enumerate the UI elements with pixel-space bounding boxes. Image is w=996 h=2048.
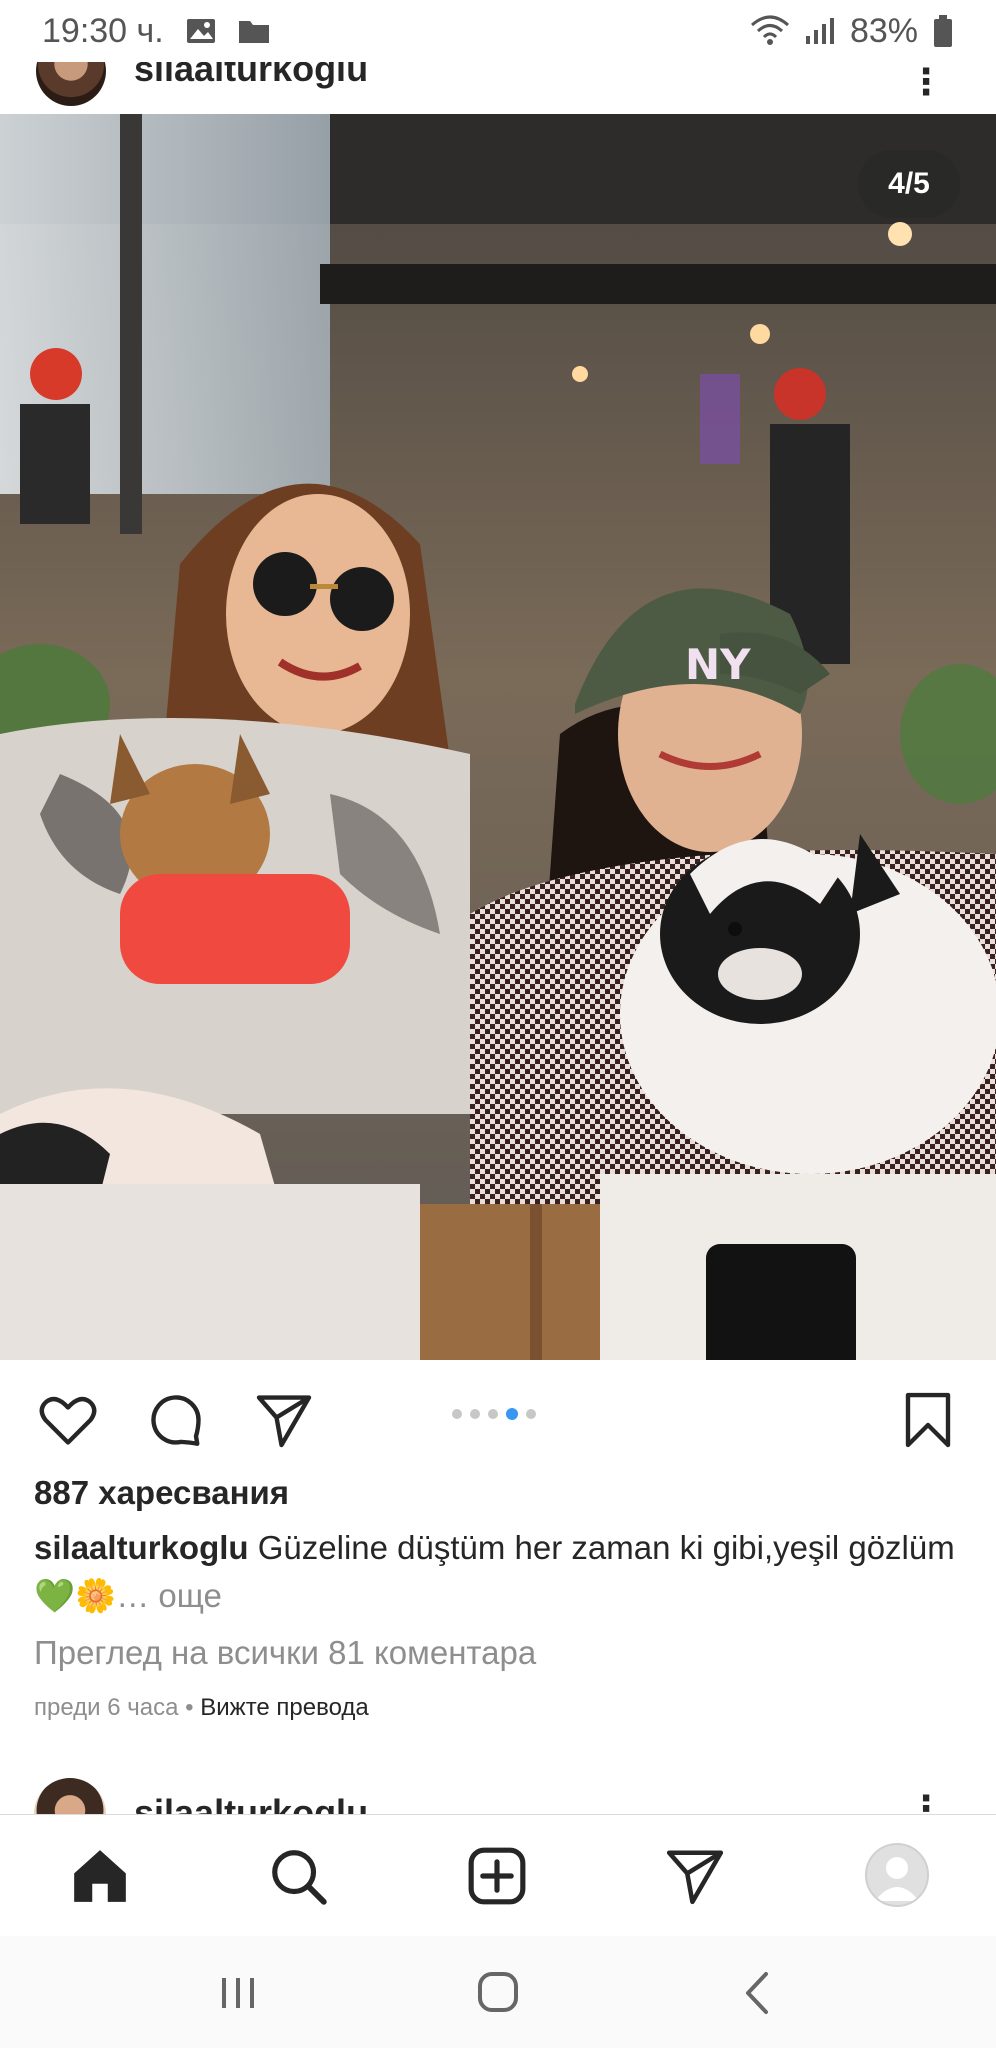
- next-post-header: silaalturkoglu ⋮: [0, 1770, 996, 1814]
- next-post-username[interactable]: silaalturkoglu: [134, 1792, 368, 1814]
- battery-percent: 83%: [849, 11, 918, 50]
- svg-text:NY: NY: [685, 640, 751, 689]
- post-meta: преди 6 часа • Вижте превода: [34, 1694, 369, 1722]
- like-icon[interactable]: [38, 1390, 98, 1450]
- status-time: 19:30 ч.: [42, 11, 164, 50]
- new-post-icon[interactable]: [466, 1845, 528, 1907]
- carousel-dot-active: [506, 1408, 518, 1420]
- post-username[interactable]: silaalturkoglu: [134, 62, 368, 90]
- carousel-dot: [470, 1409, 480, 1419]
- post-time: преди 6 часа: [34, 1694, 179, 1721]
- carousel-dots: [452, 1408, 536, 1420]
- image-icon: [186, 17, 216, 45]
- signal-icon: [804, 16, 836, 46]
- battery-icon: [932, 14, 954, 48]
- more-options-icon[interactable]: ⋮: [908, 1788, 944, 1814]
- photo-illustration: NY: [0, 114, 996, 1360]
- search-icon[interactable]: [267, 1845, 329, 1907]
- person-icon: [875, 1857, 919, 1901]
- comment-icon[interactable]: [146, 1390, 206, 1450]
- likes-count[interactable]: 887 харесвания: [34, 1474, 289, 1512]
- share-icon[interactable]: [254, 1390, 314, 1450]
- system-navigation: [0, 1936, 996, 2048]
- folder-icon: [238, 17, 270, 45]
- avatar[interactable]: [34, 1778, 106, 1814]
- caption: silaalturkoglu Güzeline düştüm her zaman…: [34, 1524, 964, 1620]
- wifi-icon: [750, 15, 790, 47]
- profile-avatar[interactable]: [865, 1843, 929, 1907]
- meta-separator: •: [178, 1694, 201, 1721]
- home-button-icon[interactable]: [468, 1966, 528, 2020]
- image-counter: 4/5: [858, 150, 960, 218]
- save-icon[interactable]: [898, 1390, 958, 1450]
- post-photo[interactable]: NY 4/5: [0, 114, 996, 1360]
- caption-username[interactable]: silaalturkoglu: [34, 1529, 249, 1566]
- post-header: silaalturkoglu ⋮: [0, 62, 996, 114]
- recent-apps-icon[interactable]: [208, 1966, 268, 2020]
- avatar[interactable]: [36, 62, 106, 106]
- status-bar: 19:30 ч. 83%: [0, 0, 996, 62]
- bottom-navigation: [0, 1814, 996, 1936]
- carousel-dot: [488, 1409, 498, 1419]
- direct-icon[interactable]: [664, 1845, 726, 1907]
- translate-link[interactable]: Вижте превода: [200, 1694, 369, 1721]
- view-comments-link[interactable]: Преглед на всички 81 коментара: [34, 1634, 536, 1672]
- carousel-dot: [452, 1409, 462, 1419]
- home-icon[interactable]: [69, 1845, 131, 1907]
- caption-more-link[interactable]: … още: [116, 1577, 222, 1614]
- carousel-dot: [526, 1409, 536, 1419]
- back-icon[interactable]: [728, 1966, 788, 2020]
- more-options-icon[interactable]: ⋮: [908, 64, 944, 100]
